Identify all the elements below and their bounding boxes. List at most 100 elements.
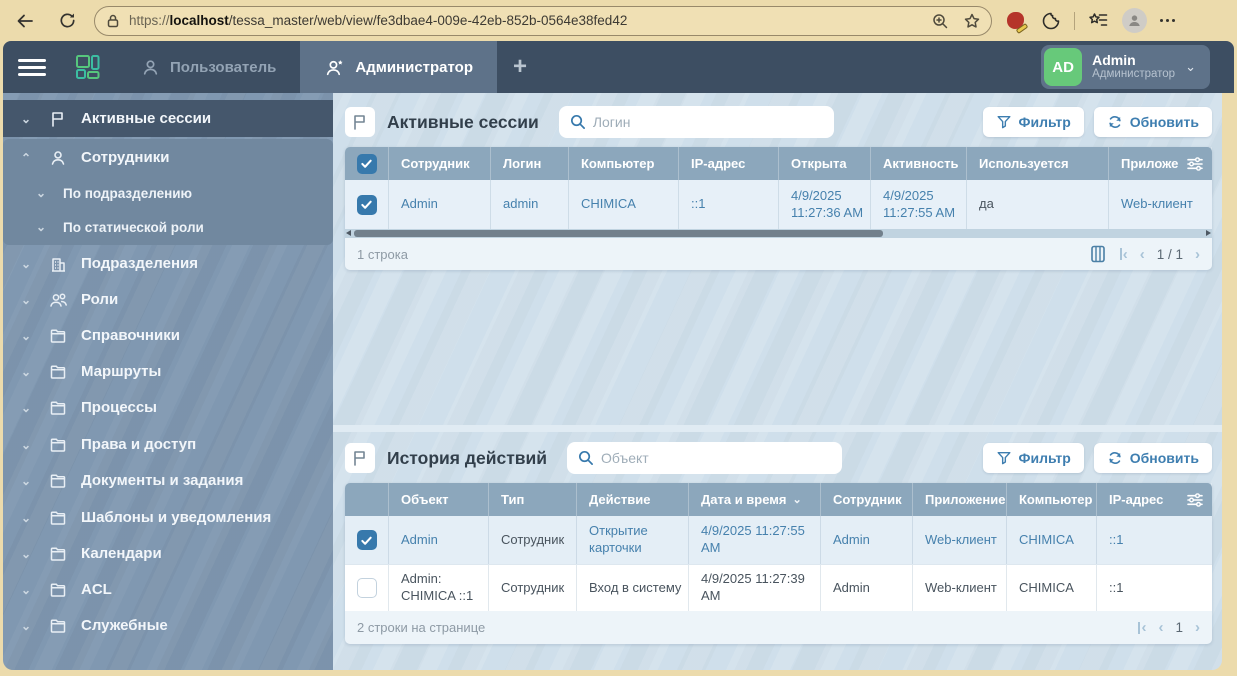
- panel-splitter[interactable]: [333, 425, 1222, 432]
- cell-object[interactable]: Admin: [389, 516, 489, 564]
- table-row[interactable]: Admin: CHIMICA ::1 Сотрудник Вход в сист…: [345, 564, 1212, 611]
- first-page-button[interactable]: ‹: [1120, 246, 1128, 263]
- cell-activity[interactable]: 4/9/2025 11:27:55 AM: [871, 180, 967, 229]
- row-checkbox-cell[interactable]: [345, 516, 389, 564]
- sessions-refresh-button[interactable]: Обновить: [1094, 107, 1212, 137]
- column-header[interactable]: IP-адрес: [679, 147, 779, 180]
- column-header-sorted[interactable]: Активность⌄: [871, 147, 967, 180]
- select-all-checkbox[interactable]: [357, 154, 377, 174]
- column-settings-button[interactable]: [1178, 483, 1212, 516]
- browser-menu-icon[interactable]: [1160, 19, 1175, 22]
- chevron-down-icon[interactable]: ⌄: [3, 583, 49, 597]
- chevron-down-icon[interactable]: ⌄: [3, 112, 49, 126]
- table-row[interactable]: Admin admin CHIMICA ::1 4/9/2025 11:27:3…: [345, 180, 1212, 229]
- cell-application[interactable]: Web-клиент: [913, 516, 1007, 564]
- sidebar-item-calendars[interactable]: ⌄ Календари: [3, 535, 333, 572]
- browser-profile-avatar[interactable]: [1122, 8, 1147, 33]
- cell-employee[interactable]: Admin: [821, 565, 913, 611]
- zoom-level-icon[interactable]: [931, 12, 949, 30]
- tab-administrator[interactable]: Администратор: [300, 41, 497, 93]
- column-header[interactable]: Сотрудник: [389, 147, 491, 180]
- sidebar-item-rights-access[interactable]: ⌄ Права и доступ: [3, 426, 333, 463]
- cell-datetime[interactable]: 4/9/2025 11:27:55 AM: [689, 516, 821, 564]
- address-bar[interactable]: https://localhost/tessa_master/web/view/…: [94, 6, 992, 36]
- first-page-button[interactable]: ‹: [1138, 619, 1146, 636]
- cell-ip[interactable]: ::1: [1097, 565, 1212, 611]
- prev-page-button[interactable]: ‹: [1140, 246, 1145, 263]
- row-checkbox[interactable]: [357, 530, 377, 550]
- cell-computer[interactable]: CHIMICA: [1007, 565, 1097, 611]
- column-header[interactable]: Тип: [489, 483, 577, 516]
- select-all-cell[interactable]: [345, 147, 389, 180]
- column-header[interactable]: Объект: [389, 483, 489, 516]
- extensions-cookie-icon[interactable]: [1041, 11, 1061, 31]
- sidebar-item-dictionaries[interactable]: ⌄ Справочники: [3, 317, 333, 354]
- sessions-filter-button[interactable]: Фильтр: [983, 107, 1084, 137]
- sidebar-item-employees[interactable]: ⌃ Сотрудники: [3, 139, 333, 176]
- column-header[interactable]: Открыта: [779, 147, 871, 180]
- row-checkbox[interactable]: [357, 195, 377, 215]
- chevron-down-icon[interactable]: ⌄: [19, 186, 63, 200]
- cell-application[interactable]: Web-клиент: [1109, 180, 1212, 229]
- chevron-down-icon[interactable]: ⌄: [3, 293, 49, 307]
- select-all-cell[interactable]: [345, 483, 389, 516]
- chevron-up-icon[interactable]: ⌃: [3, 151, 49, 165]
- sidebar-item-templates-notifications[interactable]: ⌄ Шаблоны и уведомления: [3, 499, 333, 536]
- sidebar-item-by-department[interactable]: ⌄ По подразделению: [3, 176, 333, 210]
- sidebar-item-service[interactable]: ⌄ Служебные: [3, 607, 333, 644]
- cell-login[interactable]: admin: [491, 180, 569, 229]
- chevron-down-icon[interactable]: ⌄: [3, 619, 49, 633]
- chevron-down-icon[interactable]: ⌄: [19, 220, 63, 234]
- horizontal-scrollbar[interactable]: [345, 229, 1212, 238]
- row-checkbox[interactable]: [357, 578, 377, 598]
- column-settings-button[interactable]: [1178, 147, 1212, 180]
- cell-computer[interactable]: CHIMICA: [1007, 516, 1097, 564]
- history-filter-button[interactable]: Фильтр: [983, 443, 1084, 473]
- column-header[interactable]: Приложение: [913, 483, 1007, 516]
- prev-page-button[interactable]: ‹: [1158, 619, 1163, 636]
- column-header-sorted[interactable]: Дата и время⌄: [689, 483, 821, 516]
- extension-seal-icon[interactable]: [1006, 10, 1028, 32]
- scrollbar-thumb[interactable]: [354, 230, 883, 237]
- sidebar-item-acl[interactable]: ⌄ ACL: [3, 571, 333, 608]
- table-row[interactable]: Admin Сотрудник Открытие карточки 4/9/20…: [345, 516, 1212, 564]
- history-search-input[interactable]: [567, 442, 842, 474]
- column-header[interactable]: Компьютер: [1007, 483, 1097, 516]
- column-header[interactable]: Логин: [491, 147, 569, 180]
- cell-datetime[interactable]: 4/9/2025 11:27:39 AM: [689, 565, 821, 611]
- history-refresh-button[interactable]: Обновить: [1094, 443, 1212, 473]
- sidebar-item-departments[interactable]: ⌄ Подразделения: [3, 245, 333, 282]
- cell-ip[interactable]: ::1: [1097, 516, 1212, 564]
- hamburger-menu-icon[interactable]: [3, 41, 61, 93]
- row-checkbox-cell[interactable]: [345, 565, 389, 611]
- cell-ip[interactable]: ::1: [679, 180, 779, 229]
- cell-employee[interactable]: Admin: [821, 516, 913, 564]
- cell-action[interactable]: Открытие карточки: [577, 516, 689, 564]
- chevron-down-icon[interactable]: ⌄: [3, 474, 49, 488]
- chevron-down-icon[interactable]: ⌄: [3, 438, 49, 452]
- scroll-left-arrow[interactable]: [346, 230, 351, 236]
- sidebar-item-routes[interactable]: ⌄ Маршруты: [3, 353, 333, 390]
- user-menu[interactable]: AD Admin Администратор ⌄: [1041, 45, 1210, 89]
- add-tab-button[interactable]: +: [497, 41, 543, 93]
- column-header[interactable]: Действие: [577, 483, 689, 516]
- sidebar-item-documents-tasks[interactable]: ⌄ Документы и задания: [3, 462, 333, 499]
- scroll-right-arrow[interactable]: [1206, 230, 1211, 236]
- sidebar-item-by-static-role[interactable]: ⌄ По статической роли: [3, 210, 333, 244]
- browser-reload-button[interactable]: [50, 6, 84, 36]
- chevron-down-icon[interactable]: ⌄: [3, 401, 49, 415]
- chevron-down-icon[interactable]: ⌄: [3, 329, 49, 343]
- chevron-down-icon[interactable]: ⌄: [3, 511, 49, 525]
- tab-user[interactable]: Пользователь: [117, 41, 300, 93]
- favorites-hub-icon[interactable]: [1088, 11, 1109, 31]
- column-header[interactable]: Компьютер: [569, 147, 679, 180]
- chevron-down-icon[interactable]: ⌄: [3, 547, 49, 561]
- favorite-star-icon[interactable]: [963, 12, 981, 30]
- cell-object[interactable]: Admin: CHIMICA ::1: [389, 565, 489, 611]
- column-header[interactable]: Сотрудник: [821, 483, 913, 516]
- cell-application[interactable]: Web-клиент: [913, 565, 1007, 611]
- sessions-search-input[interactable]: [559, 106, 834, 138]
- column-header[interactable]: Используется: [967, 147, 1109, 180]
- chevron-down-icon[interactable]: ⌄: [3, 257, 49, 271]
- browser-back-button[interactable]: [8, 6, 42, 36]
